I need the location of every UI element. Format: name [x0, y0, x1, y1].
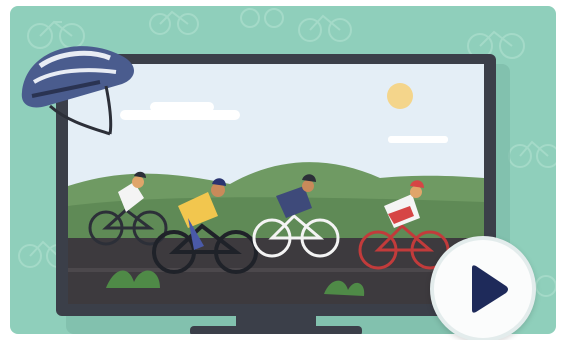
sun-icon	[387, 83, 413, 109]
video-thumbnail[interactable]	[0, 0, 566, 340]
play-button[interactable]	[430, 236, 536, 340]
play-icon	[472, 265, 508, 313]
